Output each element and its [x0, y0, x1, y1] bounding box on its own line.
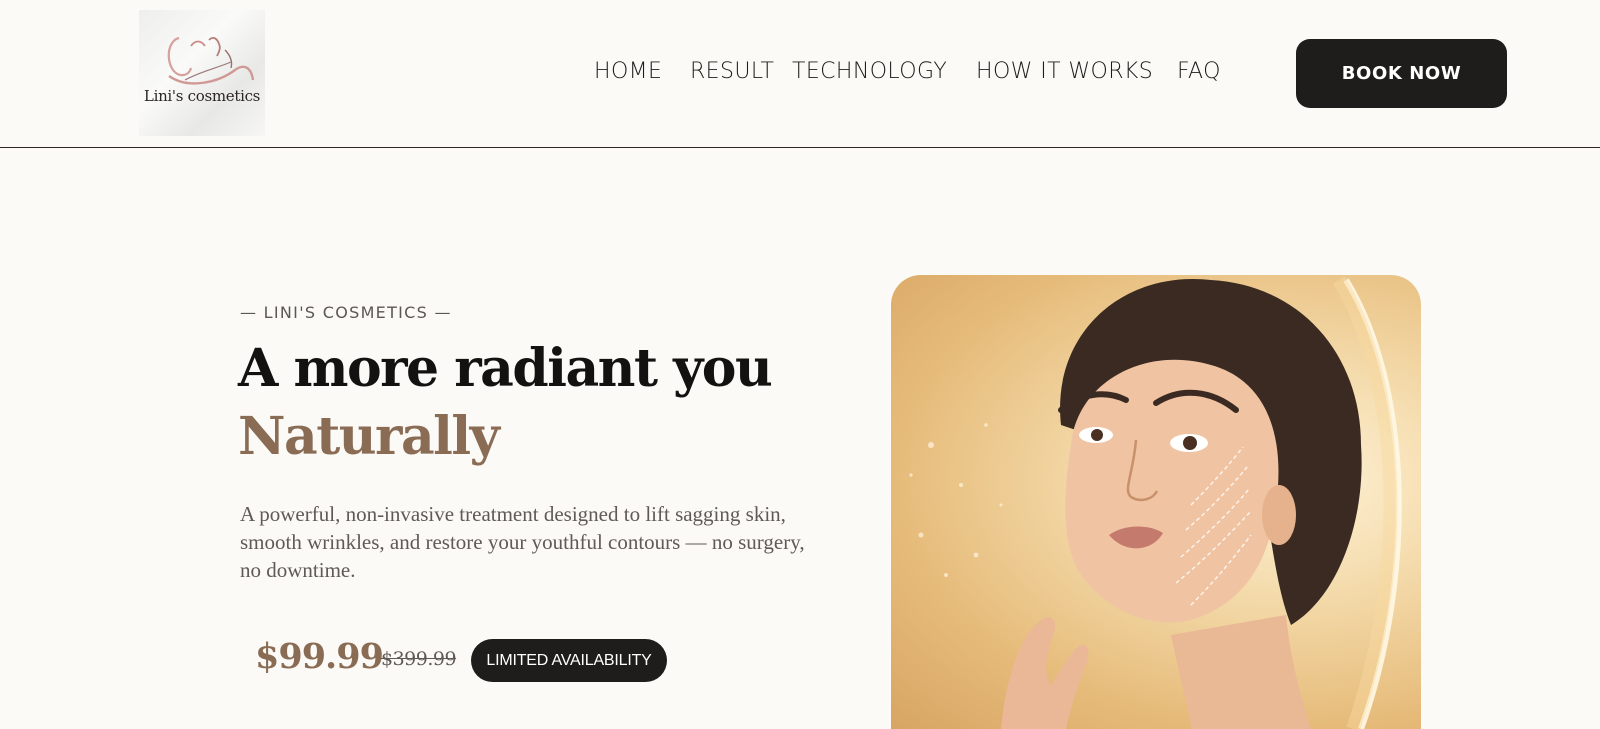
brand-logo[interactable]: Lini's cosmetics	[139, 10, 265, 136]
nav-item-result[interactable]: RESULT	[690, 59, 774, 84]
site-header: Lini's cosmetics HOME RESULT TECHNOLOGY …	[0, 0, 1600, 148]
nav-item-technology[interactable]: TECHNOLOGY	[792, 59, 947, 84]
hero-eyebrow: — LINI'S COSMETICS —	[240, 303, 452, 322]
current-price: $99.99	[255, 636, 384, 677]
hero-headline-accent: Naturally	[238, 406, 500, 467]
hero-image	[891, 275, 1421, 729]
nav-item-home[interactable]: HOME	[594, 59, 662, 84]
limited-availability-badge: LIMITED AVAILABILITY	[471, 639, 667, 682]
logo-text: Lini's cosmetics	[143, 87, 261, 105]
nav-item-faq[interactable]: FAQ	[1177, 59, 1221, 84]
hero-description: A powerful, non-invasive treatment desig…	[240, 502, 805, 582]
woman-portrait-illustration	[909, 276, 1402, 729]
book-now-button[interactable]: BOOK NOW	[1296, 39, 1507, 108]
original-price: $399.99	[381, 648, 457, 670]
hero-headline: A more radiant you	[238, 338, 773, 399]
nav-item-how-it-works[interactable]: HOW IT WORKS	[976, 59, 1153, 84]
face-line-art-icon	[167, 36, 255, 85]
